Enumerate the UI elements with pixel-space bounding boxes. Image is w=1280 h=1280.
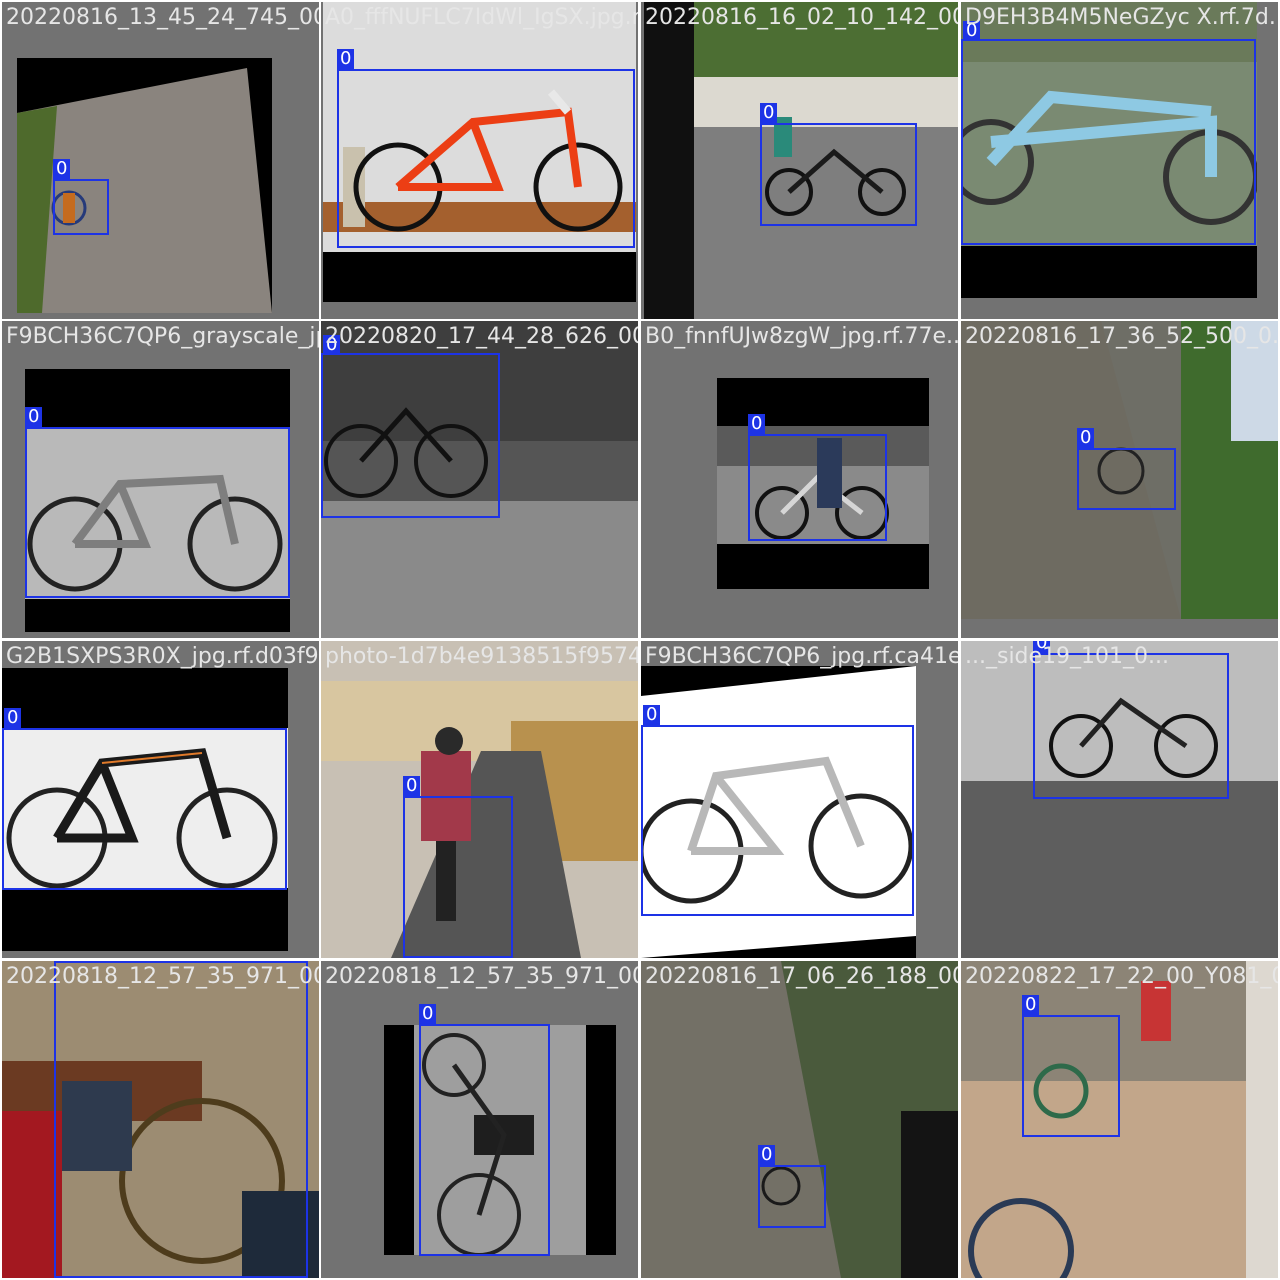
bounding-box: 0 [1033, 641, 1229, 799]
class-label: 0 [748, 414, 766, 434]
image-filename: 20220816_13_45_24_745_000_YTSNE2XU746V_j… [6, 5, 319, 30]
tile-10: 0 photo-1d7b4e9138515f95745-612c... [321, 641, 638, 958]
bounding-box: 0 [337, 49, 635, 248]
tile-2: 0 A0_fffNUFLC7IdWl_IgSX.jpg.rf.407e... [321, 2, 638, 319]
tile-6: 0 20220820_17_44_28_626_000_RD7RF0782EWR… [321, 321, 638, 638]
bounding-box: 0 [760, 103, 917, 226]
bounding-box: 0 [641, 705, 914, 916]
class-label: 0 [337, 49, 355, 69]
image-filename: F9BCH36C7QP6_grayscale_jpg.rf.0e0e80c... [6, 324, 319, 349]
class-label: 0 [1077, 428, 1095, 448]
bounding-box: 0 [419, 1004, 550, 1256]
image-filename: A0_fffNUFLC7IdWl_IgSX.jpg.rf.407e... [325, 5, 638, 30]
tile-photo [641, 961, 958, 1278]
bounding-box: 0 [25, 407, 290, 598]
image-filename: 20220822_17_22_00_Y081_0... [965, 964, 1278, 989]
image-filename: 20220818_12_57_35_971_000_... [6, 964, 319, 989]
tile-16: 0 20220822_17_22_00_Y081_0... [961, 961, 1278, 1278]
image-filename: 20220816_17_36_52_500_0... [965, 324, 1278, 349]
bounding-box: 0 [321, 335, 500, 518]
tile-3: 0 20220816_16_02_10_142_000_HGB4E95NCSZ.… [641, 2, 958, 319]
class-label: 0 [53, 159, 71, 179]
bounding-box: 0 [1022, 995, 1120, 1137]
bounding-box: 0 [403, 776, 513, 958]
tile-9: 0 G2B1SXPS3R0X_jpg.rf.d03f9a... [2, 641, 319, 958]
tile-7: 0 B0_fnnfUJw8zgW_jpg.rf.77e... [641, 321, 958, 638]
tile-1: 0 20220816_13_45_24_745_000_YTSNE2XU746V… [2, 2, 319, 319]
bounding-box: 0 [961, 21, 1256, 245]
tile-11: 0 F9BCH36C7QP6_jpg.rf.ca41e... [641, 641, 958, 958]
bounding-box: 0 [54, 961, 308, 1278]
bounding-box: 0 [53, 159, 109, 235]
image-filename: G2B1SXPS3R0X_jpg.rf.d03f9a... [6, 644, 319, 669]
class-label: 0 [758, 1145, 776, 1165]
class-label: 0 [4, 708, 22, 728]
class-label: 0 [1022, 995, 1040, 1015]
image-filename: D9EH3B4M5NeGZyc X.rf.7d... [965, 5, 1278, 30]
tile-5: 0 F9BCH36C7QP6_grayscale_jpg.rf.0e0e80c.… [2, 321, 319, 638]
bounding-box: 0 [1077, 428, 1176, 510]
class-label: 0 [419, 1004, 437, 1024]
image-filename: B0_fnnfUJw8zgW_jpg.rf.77e... [645, 324, 958, 349]
tile-13: 0 20220818_12_57_35_971_000_... [2, 961, 319, 1278]
image-filename: F9BCH36C7QP6_jpg.rf.ca41e... [645, 644, 958, 669]
image-filename: 20220816_16_02_10_142_000_HGB4E95NCSZ.jp… [645, 5, 958, 30]
class-label: 0 [403, 776, 421, 796]
bounding-box: 0 [758, 1145, 826, 1228]
image-filename: 20220820_17_44_28_626_000_RD7RF0782EWR.j… [325, 324, 638, 349]
image-filename: 20220816_17_06_26_188_000_R1IO_5VK... [645, 964, 958, 989]
image-filename: ..._side19_101_0... [965, 644, 1170, 669]
tile-14: 0 20220818_12_57_35_971_000_R1IO_5VK... [321, 961, 638, 1278]
bounding-box: 0 [2, 708, 287, 890]
image-filename: photo-1d7b4e9138515f95745-612c... [325, 644, 638, 669]
tile-12: 0 ..._side19_101_0... [961, 641, 1278, 958]
class-label: 0 [643, 705, 661, 725]
bounding-box: 0 [748, 414, 887, 541]
tile-4: 0 D9EH3B4M5NeGZyc X.rf.7d... [961, 2, 1278, 319]
mosaic-grid: 0 20220816_13_45_24_745_000_YTSNE2XU746V… [0, 0, 1280, 1280]
image-filename: 20220818_12_57_35_971_000_R1IO_5VK... [325, 964, 638, 989]
tile-15: 0 20220816_17_06_26_188_000_R1IO_5VK... [641, 961, 958, 1278]
class-label: 0 [25, 407, 43, 427]
tile-8: 0 20220816_17_36_52_500_0... [961, 321, 1278, 638]
class-label: 0 [760, 103, 778, 123]
